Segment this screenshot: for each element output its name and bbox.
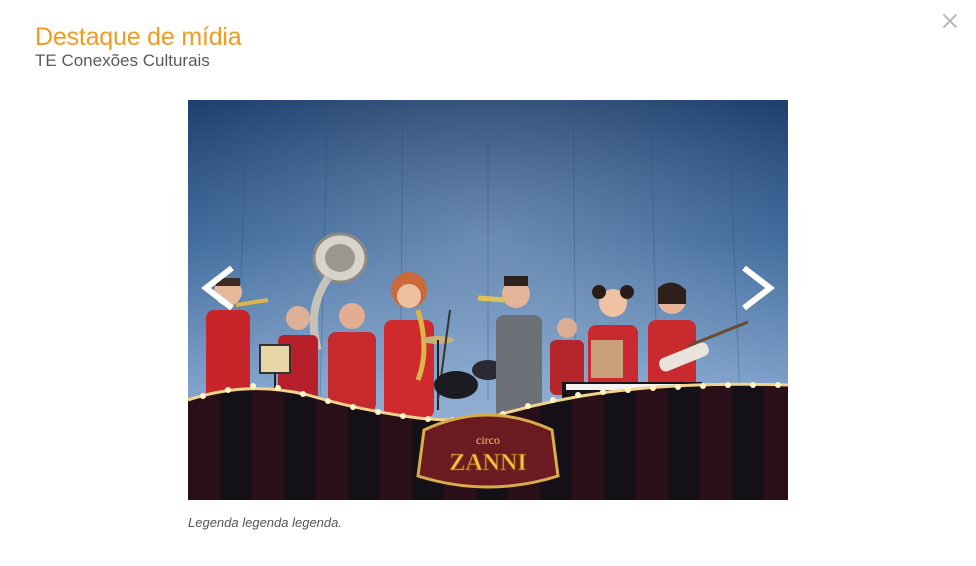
chevron-left-icon [201, 265, 234, 311]
modal-title: Destaque de mídia [35, 23, 242, 51]
modal-header: Destaque de mídia TE Conexões Culturais [35, 22, 242, 71]
media-viewer: circo ZANNI [188, 100, 788, 500]
sign-line-1: circo [476, 433, 500, 447]
chevron-right-icon [742, 265, 775, 311]
modal-subtitle: TE Conexões Culturais [35, 51, 210, 70]
circus-band-photo: circo ZANNI [188, 100, 788, 500]
media-caption: Legenda legenda legenda. [188, 515, 342, 530]
close-button[interactable] [941, 12, 959, 30]
next-media-button[interactable] [728, 260, 788, 340]
circo-zanni-sign: circo ZANNI [416, 413, 560, 489]
close-icon [943, 14, 957, 28]
media-highlight-modal: Destaque de mídia TE Conexões Culturais [0, 0, 976, 566]
previous-media-button[interactable] [188, 260, 248, 340]
sign-line-2: ZANNI [449, 450, 526, 476]
